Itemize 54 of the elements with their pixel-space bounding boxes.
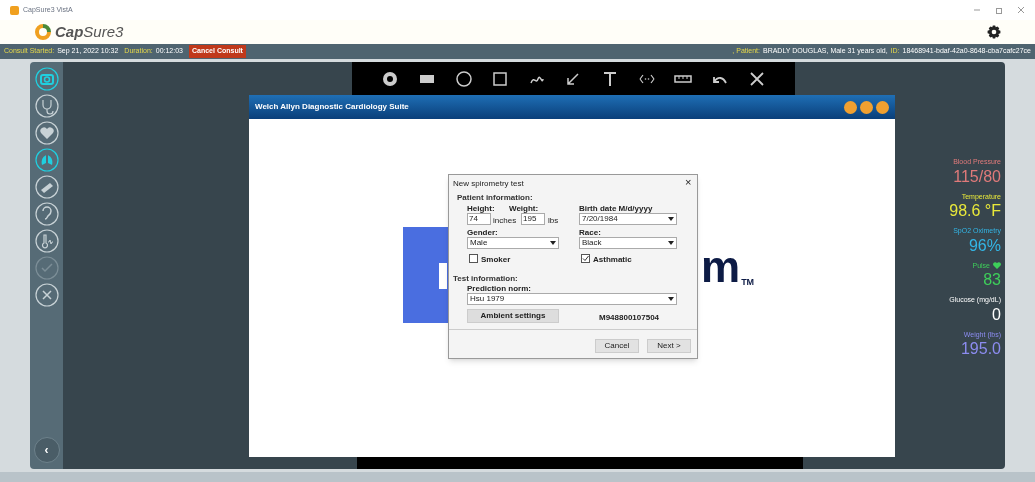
dropdown-caret-icon <box>668 297 674 301</box>
gender-dropdown[interactable]: Male <box>467 237 559 249</box>
next-button[interactable]: Next > <box>647 339 691 353</box>
dropdown-caret-icon <box>668 241 674 245</box>
restore-icon[interactable] <box>995 6 1003 14</box>
suite-title: Welch Allyn Diagnostic Cardiology Suite <box>255 101 409 113</box>
field-label: Race: <box>579 227 601 239</box>
unit-label: lbs <box>548 215 559 227</box>
height-field[interactable]: 74 <box>467 213 491 225</box>
collapse-button[interactable]: ‹ <box>33 437 60 463</box>
dropdown-caret-icon <box>550 241 556 245</box>
race-dropdown[interactable]: Black <box>579 237 677 249</box>
checkbox-label: Smoker <box>481 254 511 266</box>
serial-number: M948800107504 <box>599 312 660 324</box>
settings-icon[interactable] <box>987 25 1001 39</box>
vital-value: 115/80 <box>953 167 1001 186</box>
app-icon <box>10 5 19 15</box>
field-label: Birth date M/d/yyyy <box>579 203 653 215</box>
camera-icon[interactable] <box>34 67 59 91</box>
trademark: TM <box>741 278 755 287</box>
checkbox[interactable] <box>469 254 478 263</box>
field-label: Prediction norm: <box>467 283 531 295</box>
help-icon[interactable] <box>844 100 857 114</box>
prediction-norm-dropdown[interactable]: Hsu 1979 <box>467 293 677 305</box>
logo-text: m <box>701 245 741 289</box>
cancel-button[interactable]: Cancel <box>595 339 639 353</box>
section-label: Test information: <box>453 273 518 285</box>
checkbox[interactable] <box>581 254 590 263</box>
weight-field[interactable]: 195 <box>521 213 545 225</box>
logo-icon <box>34 23 52 41</box>
minimize-icon[interactable] <box>860 100 873 114</box>
vital-value: 83 <box>983 271 1001 289</box>
vital-value: 195.0 <box>960 340 1001 358</box>
dropdown-caret-icon <box>668 217 674 221</box>
close-button[interactable]: × <box>685 177 692 188</box>
ambient-settings-button[interactable]: Ambient settings <box>467 309 559 323</box>
dialog-title: New spirometry test <box>453 178 524 190</box>
checkbox-label: Asthmatic <box>593 254 632 266</box>
birth-date-dropdown[interactable]: 7/20/1984 <box>579 213 677 225</box>
vital-value: 0 <box>992 305 1001 324</box>
unit-label: inches <box>493 215 517 227</box>
field-label: Gender: <box>467 227 498 239</box>
lungs-icon[interactable] <box>34 148 59 172</box>
field-label: Weight: <box>509 203 539 215</box>
vital-value: 96% <box>968 236 1001 255</box>
probe-icon[interactable] <box>34 175 59 199</box>
section-label: Patient information: <box>457 192 533 204</box>
stethoscope-icon[interactable] <box>34 94 59 118</box>
thermometer-icon[interactable] <box>34 229 59 253</box>
circle-icon[interactable] <box>453 68 474 89</box>
vital-value: 98.6 °F <box>949 202 1001 220</box>
field-label: Height: <box>467 203 495 215</box>
minimize-icon[interactable] <box>876 100 889 114</box>
app-logo: CapSure3 <box>55 21 124 42</box>
